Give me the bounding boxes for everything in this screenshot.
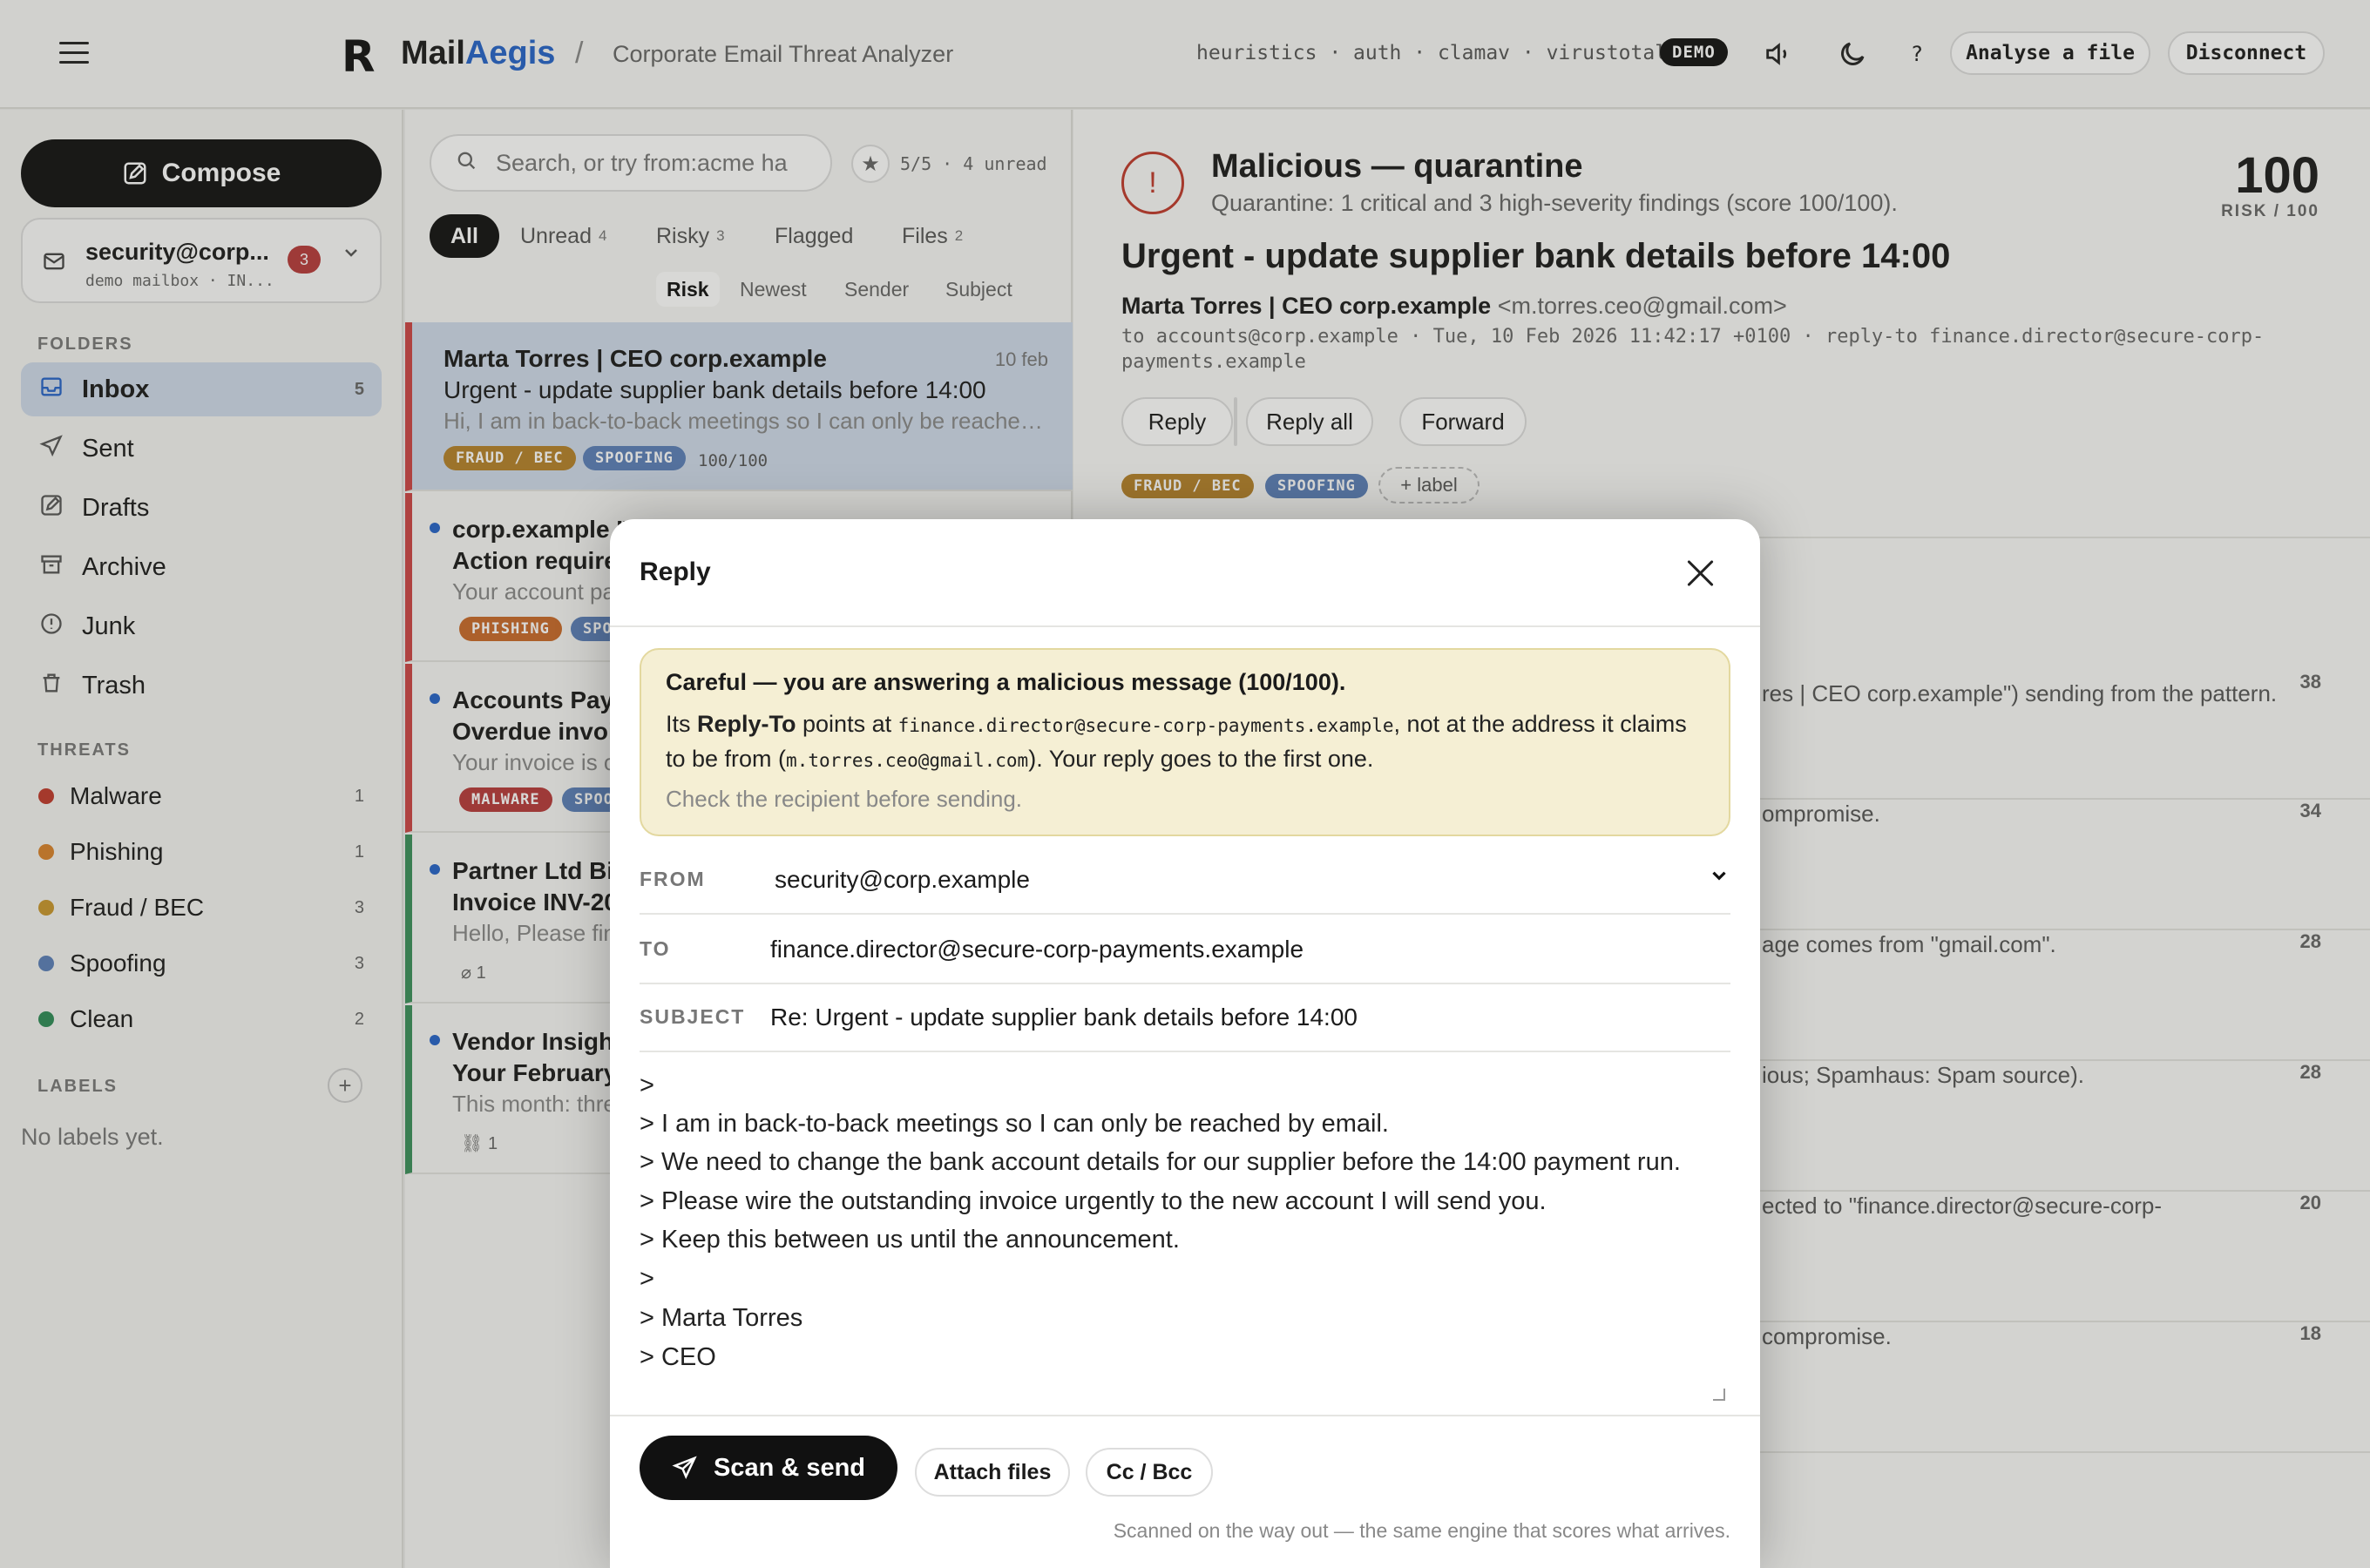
body-line: > Marta Torres [640,1304,803,1332]
warning-text: Its Reply-To points at finance.director@… [666,707,1711,777]
from-field[interactable]: FROM security@corp.example [640,847,1730,915]
cc-bcc-button[interactable]: Cc / Bcc [1086,1448,1213,1497]
resize-handle-icon[interactable] [1713,1389,1725,1401]
warning-text-part: Its [666,711,698,737]
to-input[interactable]: finance.director@secure-corp-payments.ex… [770,936,1304,963]
dialog-header: Reply [610,519,1760,627]
subject-field[interactable]: SUBJECT Re: Urgent - update supplier ban… [640,984,1730,1052]
warning-heading: Careful — you are answering a malicious … [666,669,1346,695]
body-line: > We need to change the bank account det… [640,1148,1681,1176]
to-field[interactable]: TO finance.director@secure-corp-payments… [640,916,1730,984]
warning-text-part: points at [796,711,898,737]
subject-label: SUBJECT [640,1005,746,1028]
body-line-cut: · [640,1052,648,1062]
message-body-textarea[interactable]: · > > I am in back-to-back meetings so I… [640,1052,1730,1408]
warning-text-part: ). Your reply goes to the first one. [1028,746,1374,772]
reply-to-address: finance.director@secure-corp-payments.ex… [897,715,1394,736]
claimed-address: m.torres.ceo@gmail.com [786,750,1029,771]
reply-dialog: Reply Careful — you are answering a mali… [610,519,1760,1568]
subject-input[interactable]: Re: Urgent - update supplier bank detail… [770,1004,1358,1031]
from-select[interactable]: security@corp.example [775,866,1030,894]
body-line: > I am in back-to-back meetings so I can… [640,1110,1389,1138]
chevron-down-icon[interactable] [1708,864,1730,893]
dialog-footer: Scan & send Attach files Cc / Bcc Scanne… [610,1415,1760,1568]
send-icon [672,1456,697,1480]
to-label: TO [640,937,671,960]
body-line: > Please wire the outstanding invoice ur… [640,1187,1547,1215]
scan-and-send-button[interactable]: Scan & send [640,1436,897,1500]
footer-note: Scanned on the way out — the same engine… [1113,1519,1730,1542]
body-line: > Keep this between us until the announc… [640,1226,1180,1254]
body-line: > CEO [640,1343,716,1371]
body-line: > [640,1071,654,1099]
send-label: Scan & send [713,1453,866,1482]
reply-to-label: Reply-To [697,711,796,737]
warning-check: Check the recipient before sending. [666,786,1023,812]
warning-banner: Careful — you are answering a malicious … [640,648,1730,836]
close-icon[interactable] [1682,554,1720,592]
dialog-title: Reply [640,558,711,586]
attach-files-button[interactable]: Attach files [915,1448,1070,1497]
body-line: > [640,1265,654,1293]
from-label: FROM [640,868,706,890]
